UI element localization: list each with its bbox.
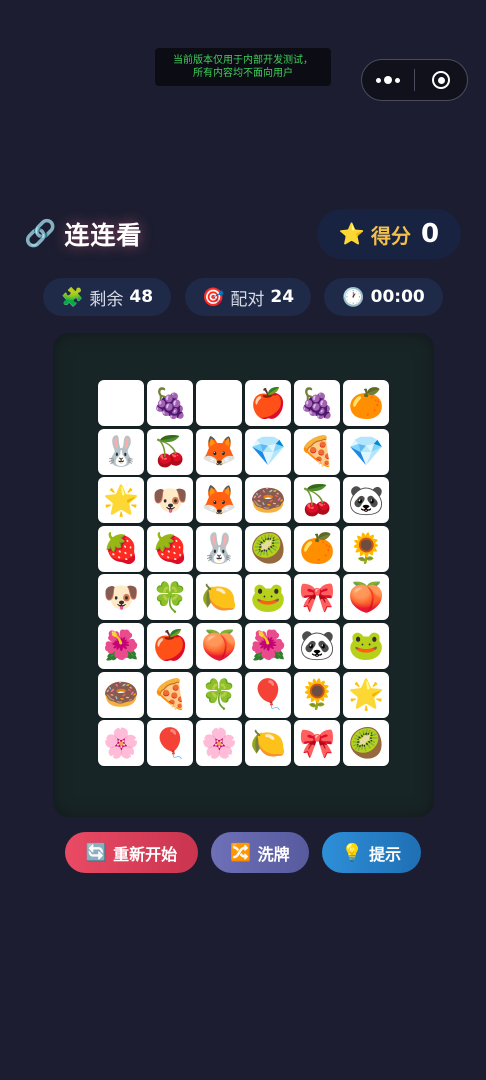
tile[interactable]: 🎈 (147, 720, 193, 767)
tile[interactable]: 🐰 (98, 428, 144, 475)
close-button[interactable] (415, 60, 467, 100)
tile[interactable]: 🐼 (343, 477, 389, 524)
shuffle-icon: 🔀 (230, 842, 252, 863)
hint-label: 提示 (369, 844, 402, 864)
tile[interactable]: 🎈 (245, 671, 291, 718)
restart-button[interactable]: 🔄 重新开始 (65, 832, 198, 873)
tile[interactable]: 🐶 (98, 574, 144, 621)
tile[interactable]: 🌟 (343, 671, 389, 718)
tile[interactable]: 🌺 (245, 622, 291, 669)
remaining-value: 48 (129, 287, 154, 307)
dev-notice-line1: 当前版本仅用于内部开发测试， (173, 55, 313, 66)
tile[interactable]: 🌸 (98, 720, 144, 767)
target-close-icon (432, 71, 450, 89)
tile[interactable]: 🌻 (294, 671, 340, 718)
timer-stat: 🕐 00:00 (324, 278, 443, 316)
tile[interactable]: 🥝 (343, 720, 389, 767)
tile[interactable]: 🍑 (343, 574, 389, 621)
tile[interactable]: 🍀 (147, 574, 193, 621)
tile[interactable]: 🌟 (98, 477, 144, 524)
tile[interactable]: 🌺 (98, 622, 144, 669)
tile[interactable]: 🐱 (98, 380, 144, 426)
tile[interactable]: 🍒 (147, 428, 193, 475)
tile[interactable]: 🍎 (245, 380, 291, 426)
tile[interactable]: 🐸 (343, 622, 389, 669)
tile[interactable]: 🍎 (147, 622, 193, 669)
timer-value: 00:00 (370, 287, 425, 307)
tile[interactable]: 🐸 (245, 574, 291, 621)
tile[interactable]: 🍇 (147, 380, 193, 426)
restart-icon: 🔄 (85, 842, 108, 863)
tile[interactable]: 🌻 (343, 525, 389, 572)
tile[interactable]: 🍩 (245, 477, 291, 524)
pairs-value: 24 (270, 287, 295, 307)
tile[interactable]: 🍊 (343, 380, 389, 426)
tile[interactable]: 🍓 (98, 525, 144, 572)
game-page: 当前版本仅用于内部开发测试， 所有内容均不面向用户 🔗 连连看 ⭐ 得分 0 🧩… (0, 0, 486, 1080)
tile[interactable]: 🍋 (196, 574, 242, 621)
dev-notice-line2: 所有内容均不面向用户 (193, 68, 293, 79)
star-icon: ⭐ (338, 221, 366, 246)
tile[interactable]: 💎 (343, 428, 389, 475)
tile[interactable]: 🍒 (294, 477, 340, 524)
tile[interactable]: 🦊 (196, 428, 242, 475)
pairs-label: 配对 (230, 289, 265, 310)
tile[interactable]: 🍋 (245, 720, 291, 767)
link-icon: 🔗 (24, 219, 57, 249)
more-dots-icon (376, 76, 400, 84)
score-badge: ⭐ 得分 0 (317, 209, 461, 259)
tile[interactable]: 💎 (245, 428, 291, 475)
shuffle-label: 洗牌 (257, 844, 290, 864)
tile[interactable]: 🍕 (147, 671, 193, 718)
tile-grid: 🐱 🍇 🐱 🍎 🍇 🍊 🐰 🍒 🦊 💎 🍕 💎 🌟 🐶 🦊 🍩 🍒 🐼 🍓 🍓 🐰 🥝 🍊 🌻 🐶 🍀 🍋 🐸 🎀 🍑 🌺 🍎 🍑 🌺 🐼 🐸 🍩 🍕 🍀 🎈… (98, 380, 389, 767)
restart-label: 重新开始 (113, 844, 178, 864)
tile[interactable]: 🌸 (196, 720, 242, 767)
dev-notice: 当前版本仅用于内部开发测试， 所有内容均不面向用户 (155, 48, 331, 86)
clock-icon: 🕐 (342, 286, 365, 308)
remaining-label: 剩余 (89, 289, 124, 310)
tile[interactable]: 🐰 (196, 525, 242, 572)
game-title: 🔗 连连看 (24, 214, 142, 254)
mini-program-capsule (361, 59, 468, 101)
tile[interactable]: 🍇 (294, 380, 340, 426)
remaining-stat: 🧩 剩余 48 (43, 278, 171, 316)
tile[interactable]: 🐱 (196, 380, 242, 426)
title-text: 连连看 (64, 221, 143, 250)
score-value: 0 (421, 219, 440, 249)
tile[interactable]: 🎀 (294, 574, 340, 621)
pairs-stat: 🎯 配对 24 (185, 278, 311, 316)
tile[interactable]: 🐶 (147, 477, 193, 524)
tile[interactable]: 🎀 (294, 720, 340, 767)
tile[interactable]: 🍊 (294, 525, 340, 572)
shuffle-button[interactable]: 🔀 洗牌 (211, 832, 309, 873)
score-label: 得分 (371, 223, 412, 248)
hint-button[interactable]: 💡 提示 (322, 832, 421, 873)
tile[interactable]: 🐼 (294, 622, 340, 669)
tile[interactable]: 🥝 (245, 525, 291, 572)
target-icon: 🎯 (201, 286, 225, 308)
tile[interactable]: 🍩 (98, 671, 144, 718)
tile[interactable]: 🦊 (196, 477, 242, 524)
puzzle-icon: 🧩 (60, 286, 84, 308)
tile[interactable]: 🍑 (196, 622, 242, 669)
tile[interactable]: 🍀 (196, 671, 242, 718)
tile[interactable]: 🍕 (294, 428, 340, 475)
tile[interactable]: 🍓 (147, 525, 193, 572)
more-button[interactable] (362, 60, 414, 100)
lightbulb-icon: 💡 (341, 842, 364, 863)
